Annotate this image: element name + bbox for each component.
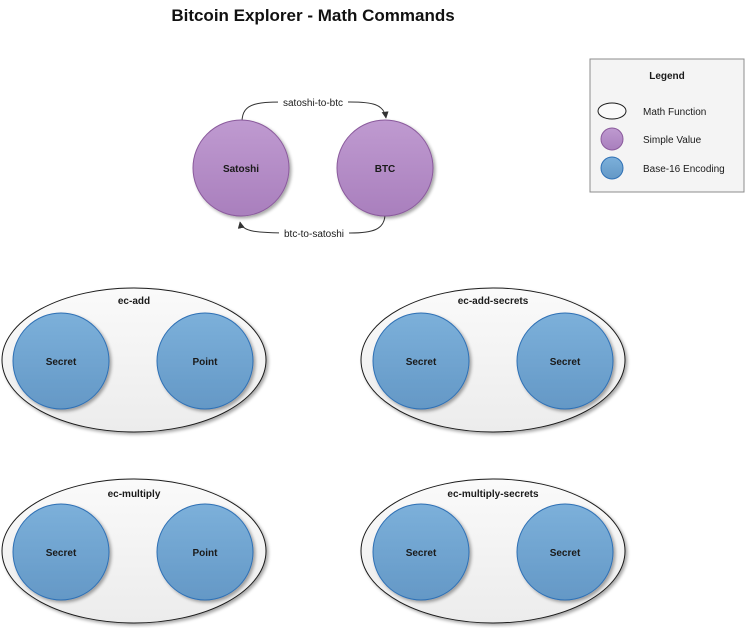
legend-title: Legend	[649, 71, 685, 82]
satoshi-label: Satoshi	[223, 164, 259, 175]
node-label: Secret	[550, 357, 581, 368]
legend-item-label: Base-16 Encoding	[643, 164, 725, 175]
group-ec-multiply: ec-multiply Secret Point	[1, 478, 267, 624]
conversion-section: satoshi-to-btc btc-to-satoshi Satoshi BT…	[192, 96, 434, 240]
node-label: Secret	[46, 357, 77, 368]
group-ec-multiply-secrets: ec-multiply-secrets Secret Secret	[360, 478, 626, 624]
node-label: Secret	[550, 548, 581, 559]
legend-simple-swatch	[600, 127, 624, 151]
node-label: Secret	[46, 548, 77, 559]
legend-base16-swatch	[600, 156, 624, 180]
group-ec-add: ec-add Secret Point	[1, 287, 267, 433]
node-label: Secret	[406, 548, 437, 559]
btc-to-satoshi-label: btc-to-satoshi	[284, 229, 344, 240]
legend: Legend Math Function Simple Value Base-1…	[589, 58, 745, 193]
group-title: ec-add	[118, 296, 150, 307]
btc-label: BTC	[375, 164, 396, 175]
group-title: ec-multiply	[108, 489, 161, 500]
page-title: Bitcoin Explorer - Math Commands	[171, 6, 454, 25]
group-title: ec-add-secrets	[458, 296, 529, 307]
satoshi-to-btc-label: satoshi-to-btc	[283, 98, 343, 109]
legend-item-label: Simple Value	[643, 135, 702, 146]
legend-item-label: Math Function	[643, 107, 706, 118]
group-title: ec-multiply-secrets	[447, 489, 539, 500]
diagram-canvas: Bitcoin Explorer - Math Commands satoshi…	[1, 6, 745, 624]
node-label: Secret	[406, 357, 437, 368]
node-label: Point	[193, 357, 219, 368]
node-label: Point	[193, 548, 219, 559]
legend-function-swatch	[597, 102, 627, 120]
group-ec-add-secrets: ec-add-secrets Secret Secret	[360, 287, 626, 433]
